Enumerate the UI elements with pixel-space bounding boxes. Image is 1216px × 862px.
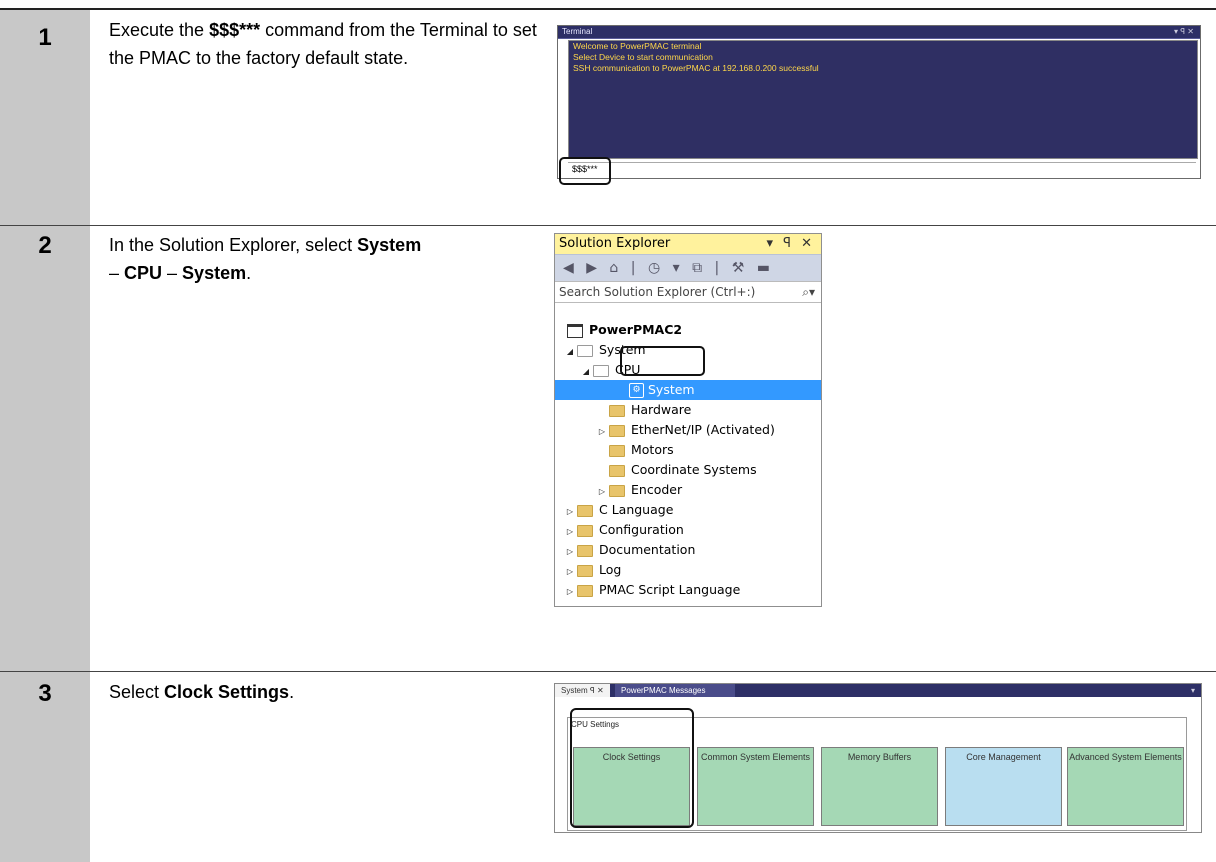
terminal-window: Terminal ▾ ꟼ ✕ Welcome to PowerPMAC term… [557, 25, 1201, 179]
terminal-input-callout [559, 157, 611, 185]
step2-description: In the Solution Explorer, select System … [109, 231, 549, 287]
tree-node-c-language[interactable]: ▷ C Language [563, 500, 673, 520]
folder-open-icon [593, 364, 609, 377]
collapsed-arrow-icon[interactable]: ▷ [563, 542, 577, 562]
tree-node-powerpmac2[interactable]: PowerPMAC2 [567, 320, 682, 340]
search-icon[interactable]: ⌕▾ [802, 282, 815, 302]
row2-top-rule [0, 225, 1216, 226]
step2-bold-cpu: CPU [124, 263, 163, 283]
solution-explorer-titlebar: Solution Explorer ▾ ꟼ ✕ [555, 234, 821, 254]
tree-node-configuration[interactable]: ▷ Configuration [563, 520, 684, 540]
tree-node-pmac-script-language[interactable]: ▷ PMAC Script Language [563, 580, 740, 600]
terminal-title: Terminal [562, 27, 593, 36]
tree-node-label: Configuration [599, 522, 684, 537]
row3-top-rule [0, 671, 1216, 672]
step3-description: Select Clock Settings. [109, 678, 539, 706]
step-number-1: 1 [0, 10, 90, 225]
collapsed-arrow-icon[interactable]: ▷ [563, 522, 577, 542]
tree-node-label: PMAC Script Language [599, 582, 741, 597]
tree-node-label: PowerPMAC2 [589, 322, 683, 337]
tree-node-ethernet-ip[interactable]: ▷ EtherNet/IP (Activated) [595, 420, 775, 440]
core-management-button[interactable]: Core Management [945, 747, 1062, 826]
tree-node-label: Encoder [631, 482, 683, 497]
step2-bold-system2: System [182, 263, 247, 283]
tree-node-label: C Language [599, 502, 674, 517]
step2-bold-system: System [357, 235, 422, 255]
step3-end: . [289, 682, 295, 702]
tree-node-label: Log [599, 562, 622, 577]
folder-open-icon [577, 344, 593, 357]
tree-node-cpu-system-selected[interactable]: ⚙ System [555, 380, 821, 400]
tree-node-coordinate-systems[interactable]: Coordinate Systems [609, 460, 757, 480]
solution-explorer-window-controls[interactable]: ▾ ꟼ ✕ [766, 234, 815, 254]
terminal-command-input[interactable] [568, 162, 1196, 177]
tree-node-label: Hardware [631, 402, 692, 417]
step1-description: Execute the $$$*** command from the Term… [109, 16, 549, 72]
clock-settings-callout [570, 708, 694, 828]
folder-icon [577, 544, 593, 557]
tree-node-label: Coordinate Systems [631, 462, 757, 477]
tree-node-label: Documentation [599, 542, 696, 557]
collapsed-arrow-icon[interactable]: ▷ [563, 582, 577, 602]
solution-explorer-search-input[interactable]: Search Solution Explorer (Ctrl+:) ⌕▾ [555, 281, 821, 303]
tab-system[interactable]: System ꟼ ✕ [555, 684, 610, 697]
solution-explorer-title: Solution Explorer [559, 236, 671, 251]
step1-command: $$$*** [209, 20, 261, 40]
terminal-line: Select Device to start communication [573, 52, 713, 62]
row1-top-rule [0, 8, 1216, 10]
terminal-line: SSH communication to PowerPMAC at 192.16… [573, 63, 819, 73]
tree-node-motors[interactable]: Motors [609, 440, 674, 460]
system-node-callout [620, 346, 705, 376]
expanded-arrow-icon[interactable]: ◢ [563, 342, 577, 362]
terminal-output: Welcome to PowerPMAC terminal Select Dev… [568, 40, 1198, 159]
step2-sep2: – [162, 263, 183, 283]
folder-icon [577, 564, 593, 577]
step-number-2: 2 [0, 226, 90, 671]
tab-powerpmac-messages[interactable]: PowerPMAC Messages [615, 684, 735, 697]
tree-node-log[interactable]: ▷ Log [563, 560, 621, 580]
step3-text-pre: Select [109, 682, 165, 702]
tree-node-documentation[interactable]: ▷ Documentation [563, 540, 695, 560]
folder-icon [577, 584, 593, 597]
collapsed-arrow-icon[interactable]: ▷ [563, 562, 577, 582]
folder-icon [609, 404, 625, 417]
project-icon [567, 323, 583, 338]
terminal-line: Welcome to PowerPMAC terminal [573, 41, 702, 51]
memory-buffers-button[interactable]: Memory Buffers [821, 747, 938, 826]
search-placeholder: Search Solution Explorer (Ctrl+:) [559, 285, 756, 299]
tree-node-label: EtherNet/IP (Activated) [631, 422, 775, 437]
folder-icon [577, 524, 593, 537]
collapsed-arrow-icon[interactable]: ▷ [595, 422, 609, 442]
tab-dropdown-icon[interactable]: ▾ [1191, 684, 1195, 697]
folder-icon [577, 504, 593, 517]
system-settings-icon: ⚙ [629, 383, 644, 398]
document-tab-bar: System ꟼ ✕ PowerPMAC Messages ▾ [555, 684, 1201, 697]
tree-node-label: Motors [631, 442, 674, 457]
folder-icon [609, 424, 625, 437]
expanded-arrow-icon[interactable]: ◢ [579, 362, 593, 382]
tree-node-encoder[interactable]: ▷ Encoder [595, 480, 682, 500]
step1-text-pre: Execute the [109, 20, 210, 40]
common-system-elements-button[interactable]: Common System Elements [697, 747, 814, 826]
tree-node-hardware[interactable]: Hardware [609, 400, 691, 420]
terminal-window-controls[interactable]: ▾ ꟼ ✕ [1174, 26, 1194, 38]
folder-icon [609, 464, 625, 477]
advanced-system-elements-button[interactable]: Advanced System Elements [1067, 747, 1184, 826]
collapsed-arrow-icon[interactable]: ▷ [595, 482, 609, 502]
step-number-3: 3 [0, 672, 90, 862]
step2-text-pre: In the Solution Explorer, select [109, 235, 358, 255]
step3-bold-clock-settings: Clock Settings [164, 682, 290, 702]
solution-explorer-window: Solution Explorer ▾ ꟼ ✕ ◀ ▶ ⌂ | ◷ ▾ ⧉ | … [554, 233, 822, 607]
folder-icon [609, 484, 625, 497]
tree-node-label: System [648, 382, 695, 397]
solution-explorer-toolbar[interactable]: ◀ ▶ ⌂ | ◷ ▾ ⧉ | ⚒ ▬ [555, 254, 821, 281]
step2-end: . [246, 263, 252, 283]
terminal-titlebar: Terminal ▾ ꟼ ✕ [558, 26, 1200, 39]
collapsed-arrow-icon[interactable]: ▷ [563, 502, 577, 522]
step2-sep1: – [109, 263, 125, 283]
folder-icon [609, 444, 625, 457]
